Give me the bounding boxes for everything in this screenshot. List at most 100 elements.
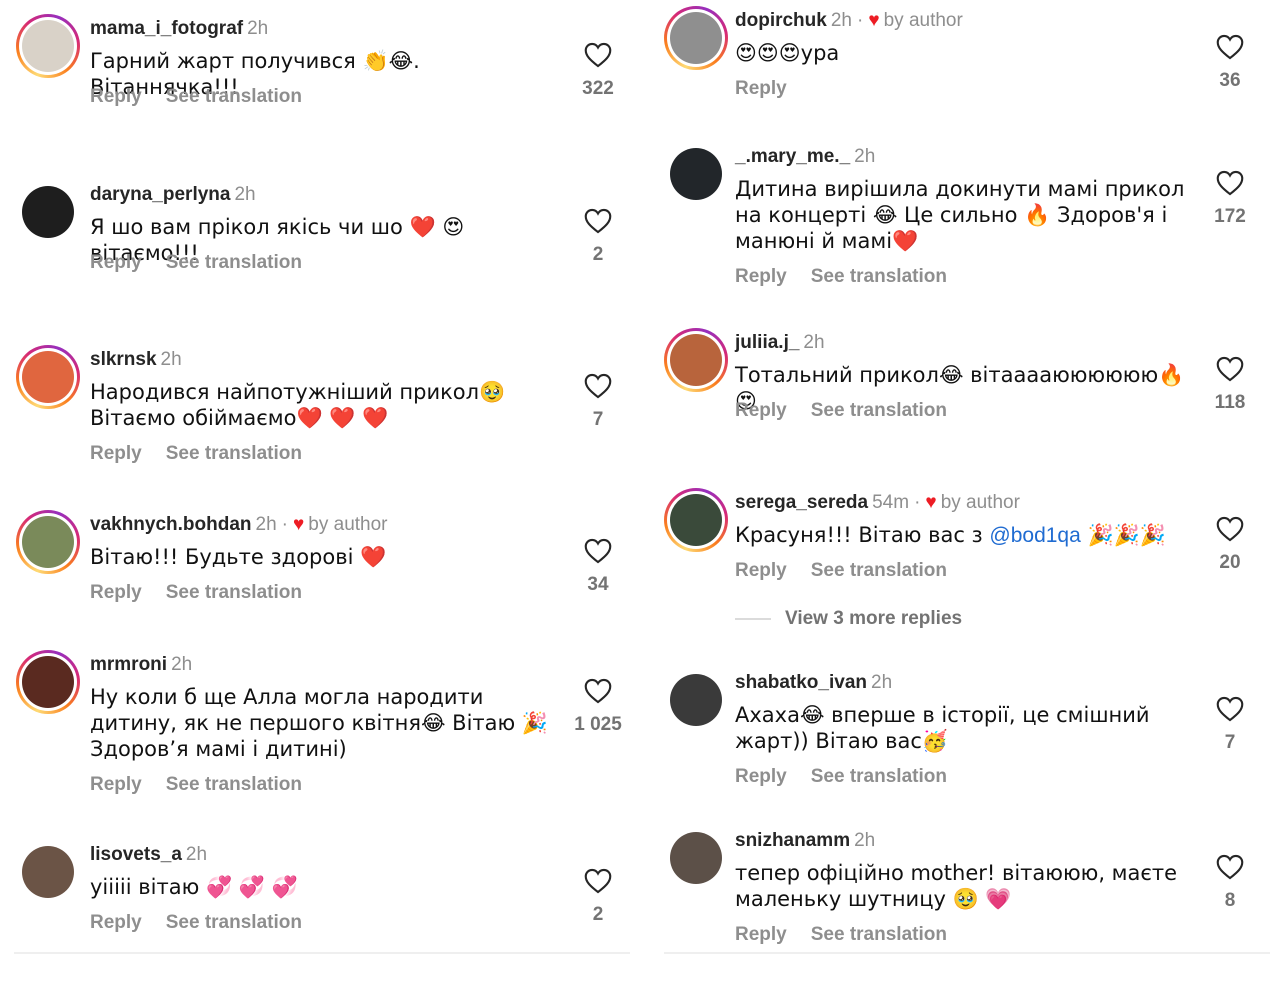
comment-text: Ну коли б ще Алла могла народити дитину,…	[90, 685, 549, 761]
reply-button[interactable]: Reply	[90, 252, 142, 273]
like-control[interactable]: 118	[1190, 356, 1270, 414]
username[interactable]: lisovets_a	[90, 844, 182, 865]
comment-text: Народився найпотужніший прикол🥹 Вітаємо …	[90, 380, 506, 430]
username[interactable]: dopirchuk	[735, 10, 827, 31]
username[interactable]: mama_i_fotograf	[90, 18, 243, 39]
see-translation-button[interactable]: See translation	[166, 86, 302, 107]
heart-outline-icon[interactable]	[1190, 34, 1270, 60]
see-translation-button[interactable]: See translation	[811, 400, 947, 421]
see-translation-button[interactable]: See translation	[166, 912, 302, 933]
timestamp: 2h	[854, 830, 876, 851]
heart-outline-icon[interactable]	[1190, 696, 1270, 722]
like-control[interactable]: 34	[558, 538, 638, 596]
like-control[interactable]: 322	[558, 42, 638, 100]
avatar[interactable]	[22, 186, 74, 238]
comment-header: mrmroni 2h	[90, 653, 192, 677]
like-count: 20	[1219, 552, 1241, 573]
heart-outline-icon[interactable]	[1190, 356, 1270, 382]
story-ring	[667, 9, 725, 67]
like-control[interactable]: 172	[1190, 170, 1270, 228]
reply-button[interactable]: Reply	[735, 560, 787, 581]
heart-outline-icon[interactable]	[558, 208, 638, 234]
reply-button[interactable]: Reply	[90, 774, 142, 795]
liked-by-author-label: by author	[883, 10, 963, 31]
like-control[interactable]: 20	[1190, 516, 1270, 574]
avatar[interactable]	[664, 328, 728, 392]
reply-button[interactable]: Reply	[90, 582, 142, 603]
replies-divider	[735, 617, 771, 620]
heart-outline-icon[interactable]	[558, 868, 638, 894]
view-more-replies-button[interactable]: View 3 more replies	[735, 608, 962, 630]
see-translation-button[interactable]: See translation	[811, 924, 947, 945]
separator-dot: ·	[856, 10, 864, 31]
heart-outline-icon[interactable]	[1190, 854, 1270, 880]
username[interactable]: shabatko_ivan	[735, 672, 867, 693]
mention-link[interactable]: @bod1qa	[989, 524, 1080, 547]
timestamp: 2h	[830, 10, 852, 31]
heart-outline-icon[interactable]	[1190, 516, 1270, 542]
like-control[interactable]: 7	[558, 373, 638, 431]
comment-item: _.mary_me._ 2h Дитина вирішила докинути ма…	[650, 142, 1280, 292]
like-count: 7	[1224, 732, 1236, 753]
like-count: 36	[1219, 70, 1241, 91]
like-control[interactable]: 36	[1190, 34, 1270, 92]
avatar[interactable]	[670, 674, 722, 726]
heart-outline-icon[interactable]	[558, 538, 638, 564]
see-translation-button[interactable]: See translation	[166, 774, 302, 795]
comment-actions: Reply See translation	[735, 766, 947, 788]
heart-outline-icon[interactable]	[558, 678, 638, 704]
heart-outline-icon[interactable]	[558, 373, 638, 399]
like-control[interactable]: 2	[558, 208, 638, 266]
reply-button[interactable]: Reply	[90, 443, 142, 464]
heart-filled-icon: ♥	[868, 10, 880, 31]
see-translation-button[interactable]: See translation	[811, 560, 947, 581]
username[interactable]: snizhanamm	[735, 830, 850, 851]
username[interactable]: _.mary_me._	[735, 146, 850, 167]
comment-actions: Reply See translation	[735, 400, 947, 422]
like-control[interactable]: 2	[558, 868, 638, 926]
avatar[interactable]	[16, 650, 80, 714]
username[interactable]: slkrnsk	[90, 349, 157, 370]
reply-button[interactable]: Reply	[735, 266, 787, 287]
username[interactable]: vakhnych.bohdan	[90, 514, 252, 535]
avatar[interactable]	[664, 6, 728, 70]
heart-outline-icon[interactable]	[558, 42, 638, 68]
like-control[interactable]: 1 025	[558, 678, 638, 736]
username[interactable]: daryna_perlyna	[90, 184, 230, 205]
username[interactable]: juliia.j_	[735, 332, 799, 353]
avatar[interactable]	[16, 510, 80, 574]
timestamp: 2h	[185, 844, 208, 865]
reply-button[interactable]: Reply	[90, 912, 142, 933]
reply-button[interactable]: Reply	[90, 86, 142, 107]
avatar[interactable]	[22, 846, 74, 898]
see-translation-button[interactable]: See translation	[166, 582, 302, 603]
see-translation-button[interactable]: See translation	[811, 266, 947, 287]
reply-button[interactable]: Reply	[735, 400, 787, 421]
comment-text: Дитина вирішила докинути мамі прикол на …	[735, 177, 1185, 253]
avatar[interactable]	[664, 488, 728, 552]
reply-button[interactable]: Reply	[735, 78, 787, 99]
comment-header: snizhanamm 2h	[735, 829, 875, 853]
comments-column-left: mama_i_fotograf 2h Гарний жарт получився 👏…	[0, 0, 640, 960]
heart-outline-icon[interactable]	[1190, 170, 1270, 196]
avatar[interactable]	[16, 14, 80, 78]
like-control[interactable]: 8	[1190, 854, 1270, 912]
see-translation-button[interactable]: See translation	[166, 443, 302, 464]
like-control[interactable]: 7	[1190, 696, 1270, 754]
timestamp: 2h	[854, 146, 876, 167]
username[interactable]: mrmroni	[90, 654, 167, 675]
timestamp: 2h	[160, 349, 182, 370]
avatar[interactable]	[16, 345, 80, 409]
avatar[interactable]	[670, 148, 722, 200]
username[interactable]: serega_sereda	[735, 492, 868, 513]
comment-header: lisovets_a 2h	[90, 843, 207, 867]
reply-button[interactable]: Reply	[735, 924, 787, 945]
timestamp: 54m	[872, 492, 910, 513]
comment-header: vakhnych.bohdan 2h · ♥ by author	[90, 513, 388, 537]
see-translation-button[interactable]: See translation	[811, 766, 947, 787]
like-count: 2	[592, 904, 604, 925]
comment-header: daryna_perlyna 2h	[90, 183, 256, 207]
see-translation-button[interactable]: See translation	[166, 252, 302, 273]
avatar[interactable]	[670, 832, 722, 884]
reply-button[interactable]: Reply	[735, 766, 787, 787]
